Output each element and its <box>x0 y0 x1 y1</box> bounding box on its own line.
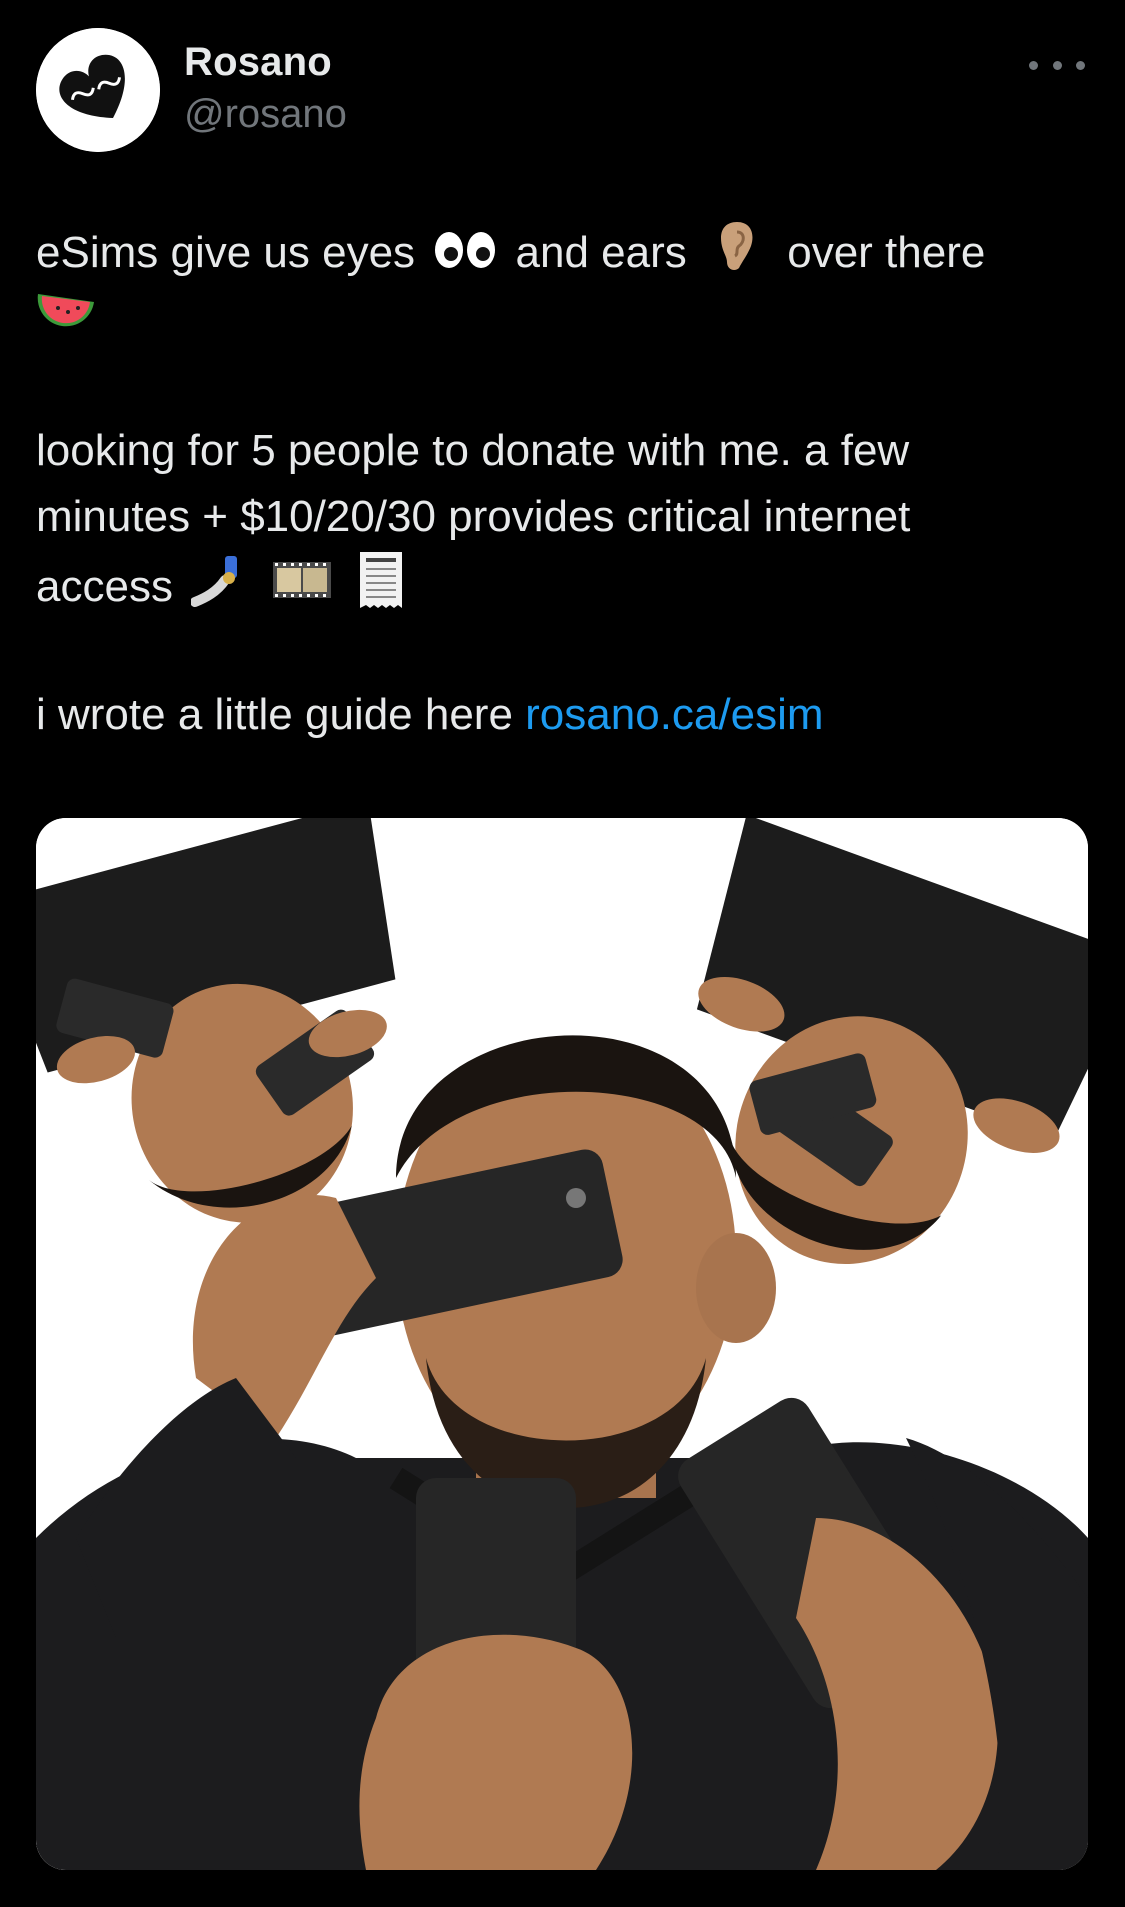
more-options-button[interactable] <box>1029 50 1085 80</box>
tweet-text-segment: and ears <box>515 228 687 278</box>
tweet-text-segment: looking for 5 people to donate with me. … <box>36 426 910 475</box>
receipt-emoji-icon <box>358 550 404 629</box>
author-display-name[interactable]: Rosano <box>184 40 332 85</box>
tweet-text-segment: minutes + $10/20/30 provides critical in… <box>36 492 911 541</box>
tweet: Rosano @rosano eSims give us eyes and ea… <box>0 0 1125 1907</box>
watermelon-emoji-icon <box>36 288 96 355</box>
tweet-text-segment: i wrote a little guide here <box>36 690 526 739</box>
ear-emoji-icon <box>717 220 757 291</box>
guide-link[interactable]: rosano.ca/esim <box>525 690 823 739</box>
author-handle[interactable]: @rosano <box>184 92 347 137</box>
tweet-text-segment: eSims give us eyes <box>36 228 416 278</box>
avatar[interactable] <box>36 28 160 152</box>
eyes-emoji-icon <box>433 223 497 289</box>
tweet-text-segment-row: access <box>36 550 1076 629</box>
photo-man-with-phones-collage <box>36 818 1088 1870</box>
more-horizontal-icon <box>1029 60 1038 70</box>
tweet-media-image[interactable] <box>36 818 1088 1870</box>
tweet-text-line2 <box>36 286 1076 355</box>
tweet-text-segment: access <box>36 562 173 612</box>
tweet-text-paragraph: i wrote a little guide here rosano.ca/es… <box>36 682 1076 748</box>
tweet-text-line1: eSims give us eyes and ears over there <box>36 220 1076 291</box>
film-frames-emoji-icon <box>271 552 333 627</box>
tweet-text-paragraph: looking for 5 people to donate with me. … <box>36 418 1076 629</box>
puzzle-heart-icon <box>36 28 160 152</box>
selfie-emoji-icon <box>190 552 247 627</box>
tweet-text-segment: over there <box>787 228 986 278</box>
